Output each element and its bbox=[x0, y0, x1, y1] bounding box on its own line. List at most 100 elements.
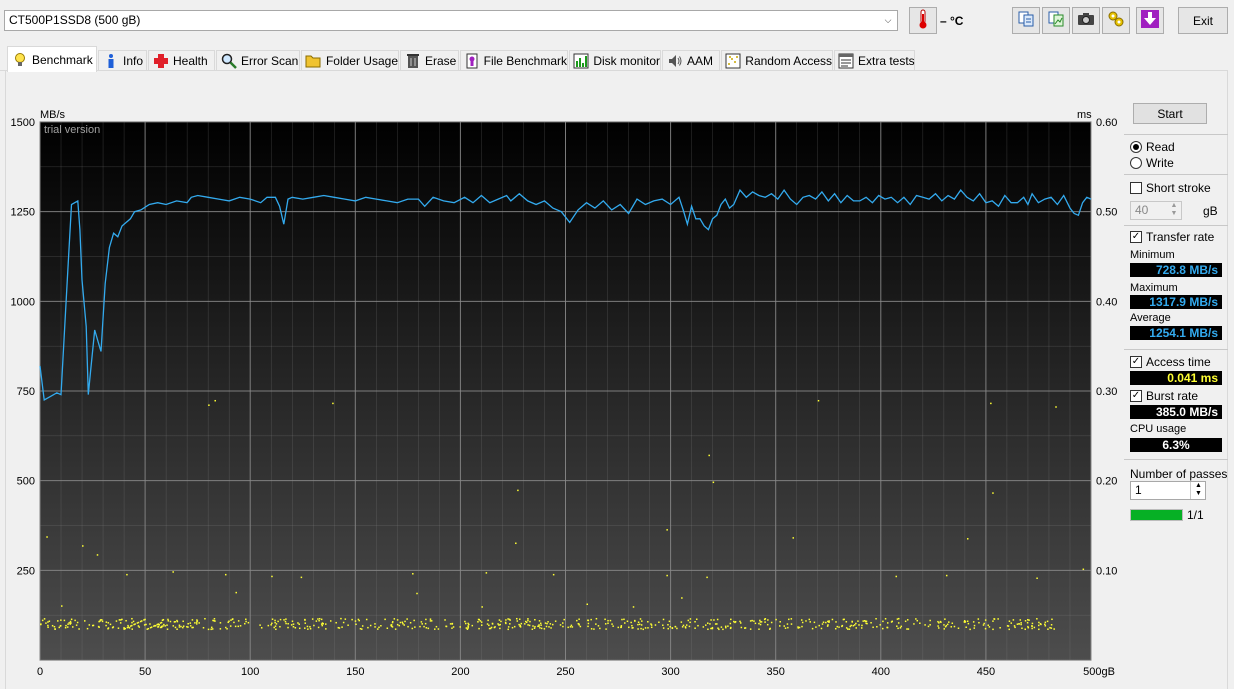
access-time-point bbox=[884, 618, 887, 620]
access-time-point bbox=[875, 617, 877, 620]
checkbox-checked[interactable]: ✓ bbox=[1130, 231, 1142, 243]
access-time-point bbox=[198, 622, 200, 624]
passes-spinner[interactable]: ▲ ▼ bbox=[1190, 482, 1206, 499]
access-time-point bbox=[176, 628, 178, 630]
access-time-point bbox=[897, 627, 899, 630]
access-time-point bbox=[828, 620, 830, 622]
access-time-point bbox=[528, 624, 531, 627]
access-time-point bbox=[132, 620, 135, 623]
access-time-point bbox=[800, 619, 803, 621]
access-time-point bbox=[749, 628, 752, 630]
access-time-point bbox=[764, 618, 767, 620]
checkbox-checked[interactable]: ✓ bbox=[1130, 390, 1142, 402]
access-time-point bbox=[178, 626, 181, 628]
access-time-point bbox=[811, 627, 814, 630]
tab-benchmark[interactable]: Benchmark bbox=[7, 46, 97, 72]
access-time-point bbox=[107, 622, 110, 624]
access-time-point bbox=[848, 628, 851, 630]
y-right-tick-label: 0.20 bbox=[1096, 476, 1117, 488]
access-time-point bbox=[862, 620, 864, 622]
pass-progress-bar bbox=[1130, 509, 1183, 521]
access-time-point bbox=[642, 628, 644, 631]
write-label: Write bbox=[1146, 156, 1174, 170]
access-time-checkbox[interactable]: ✓ Access time bbox=[1130, 355, 1211, 369]
access-time-point bbox=[341, 626, 343, 628]
access-time-point bbox=[835, 621, 837, 623]
access-time-point bbox=[125, 619, 127, 622]
access-time-point bbox=[274, 619, 276, 622]
access-time-point bbox=[540, 627, 543, 630]
access-time-point bbox=[1046, 620, 1049, 623]
access-time-point bbox=[118, 619, 121, 621]
access-time-point bbox=[929, 624, 931, 626]
write-radio[interactable]: Write bbox=[1130, 156, 1174, 170]
checkbox-unchecked[interactable] bbox=[1130, 182, 1142, 194]
access-time-point bbox=[834, 627, 837, 630]
access-time-point bbox=[681, 597, 683, 599]
access-time-point bbox=[671, 627, 674, 629]
access-time-point bbox=[40, 623, 42, 626]
access-time-point bbox=[304, 622, 307, 624]
access-time-point bbox=[115, 620, 118, 622]
access-time-point bbox=[516, 617, 518, 620]
start-button[interactable]: Start bbox=[1133, 103, 1207, 124]
access-time-point bbox=[658, 621, 660, 624]
access-time-point bbox=[534, 618, 536, 621]
short-stroke-checkbox[interactable]: Short stroke bbox=[1130, 181, 1211, 195]
access-time-point bbox=[340, 617, 342, 620]
access-time-point bbox=[767, 619, 769, 621]
access-time-point bbox=[361, 625, 364, 627]
checkbox-checked[interactable]: ✓ bbox=[1130, 356, 1142, 368]
access-time-point bbox=[163, 623, 165, 626]
access-time-point bbox=[978, 621, 980, 624]
access-time-point bbox=[951, 622, 954, 625]
access-time-point bbox=[290, 624, 293, 626]
access-time-point bbox=[369, 624, 372, 627]
access-time-point bbox=[493, 626, 496, 629]
x-tick-label: 300 bbox=[661, 666, 679, 678]
access-time-point bbox=[409, 622, 412, 624]
access-time-point bbox=[109, 623, 112, 626]
access-time-point bbox=[1038, 628, 1040, 631]
access-time-point bbox=[662, 627, 665, 629]
access-time-point bbox=[1013, 625, 1016, 627]
short-stroke-spinner[interactable]: ▲ ▼ bbox=[1166, 202, 1182, 219]
radio-selected[interactable] bbox=[1130, 141, 1142, 153]
access-time-point bbox=[452, 626, 455, 628]
access-time-point bbox=[174, 626, 177, 629]
access-time-point bbox=[377, 628, 379, 630]
access-time-point bbox=[234, 625, 237, 628]
access-time-point bbox=[729, 627, 732, 630]
radio-unselected[interactable] bbox=[1130, 157, 1142, 169]
access-time-point bbox=[41, 619, 44, 622]
access-time-point bbox=[822, 621, 825, 623]
access-time-point bbox=[162, 625, 164, 627]
access-time-point bbox=[47, 624, 49, 627]
access-time-point bbox=[779, 621, 781, 623]
access-time-point bbox=[964, 621, 967, 623]
access-time-point bbox=[413, 619, 415, 622]
access-time-point bbox=[107, 627, 109, 630]
access-time-point bbox=[612, 625, 614, 627]
access-time-point bbox=[187, 622, 189, 625]
access-time-point bbox=[271, 618, 274, 620]
burst-rate-checkbox[interactable]: ✓ Burst rate bbox=[1130, 389, 1198, 403]
access-time-point bbox=[402, 622, 404, 625]
access-time-point bbox=[189, 625, 192, 627]
access-time-point bbox=[229, 625, 232, 627]
access-time-point bbox=[788, 618, 790, 621]
access-time-point bbox=[569, 626, 572, 628]
access-time-point bbox=[533, 627, 536, 629]
access-time-point bbox=[74, 619, 76, 622]
access-time-point bbox=[666, 529, 668, 531]
access-time-point bbox=[707, 628, 709, 631]
read-radio[interactable]: Read bbox=[1130, 140, 1175, 154]
access-time-point bbox=[354, 620, 357, 622]
access-time-point bbox=[637, 621, 640, 624]
access-time-point bbox=[687, 619, 690, 622]
access-time-point bbox=[685, 624, 688, 626]
access-time-point bbox=[587, 622, 590, 625]
access-time-point bbox=[552, 573, 555, 576]
transfer-rate-checkbox[interactable]: ✓ Transfer rate bbox=[1130, 230, 1214, 244]
access-time-point bbox=[380, 625, 382, 627]
